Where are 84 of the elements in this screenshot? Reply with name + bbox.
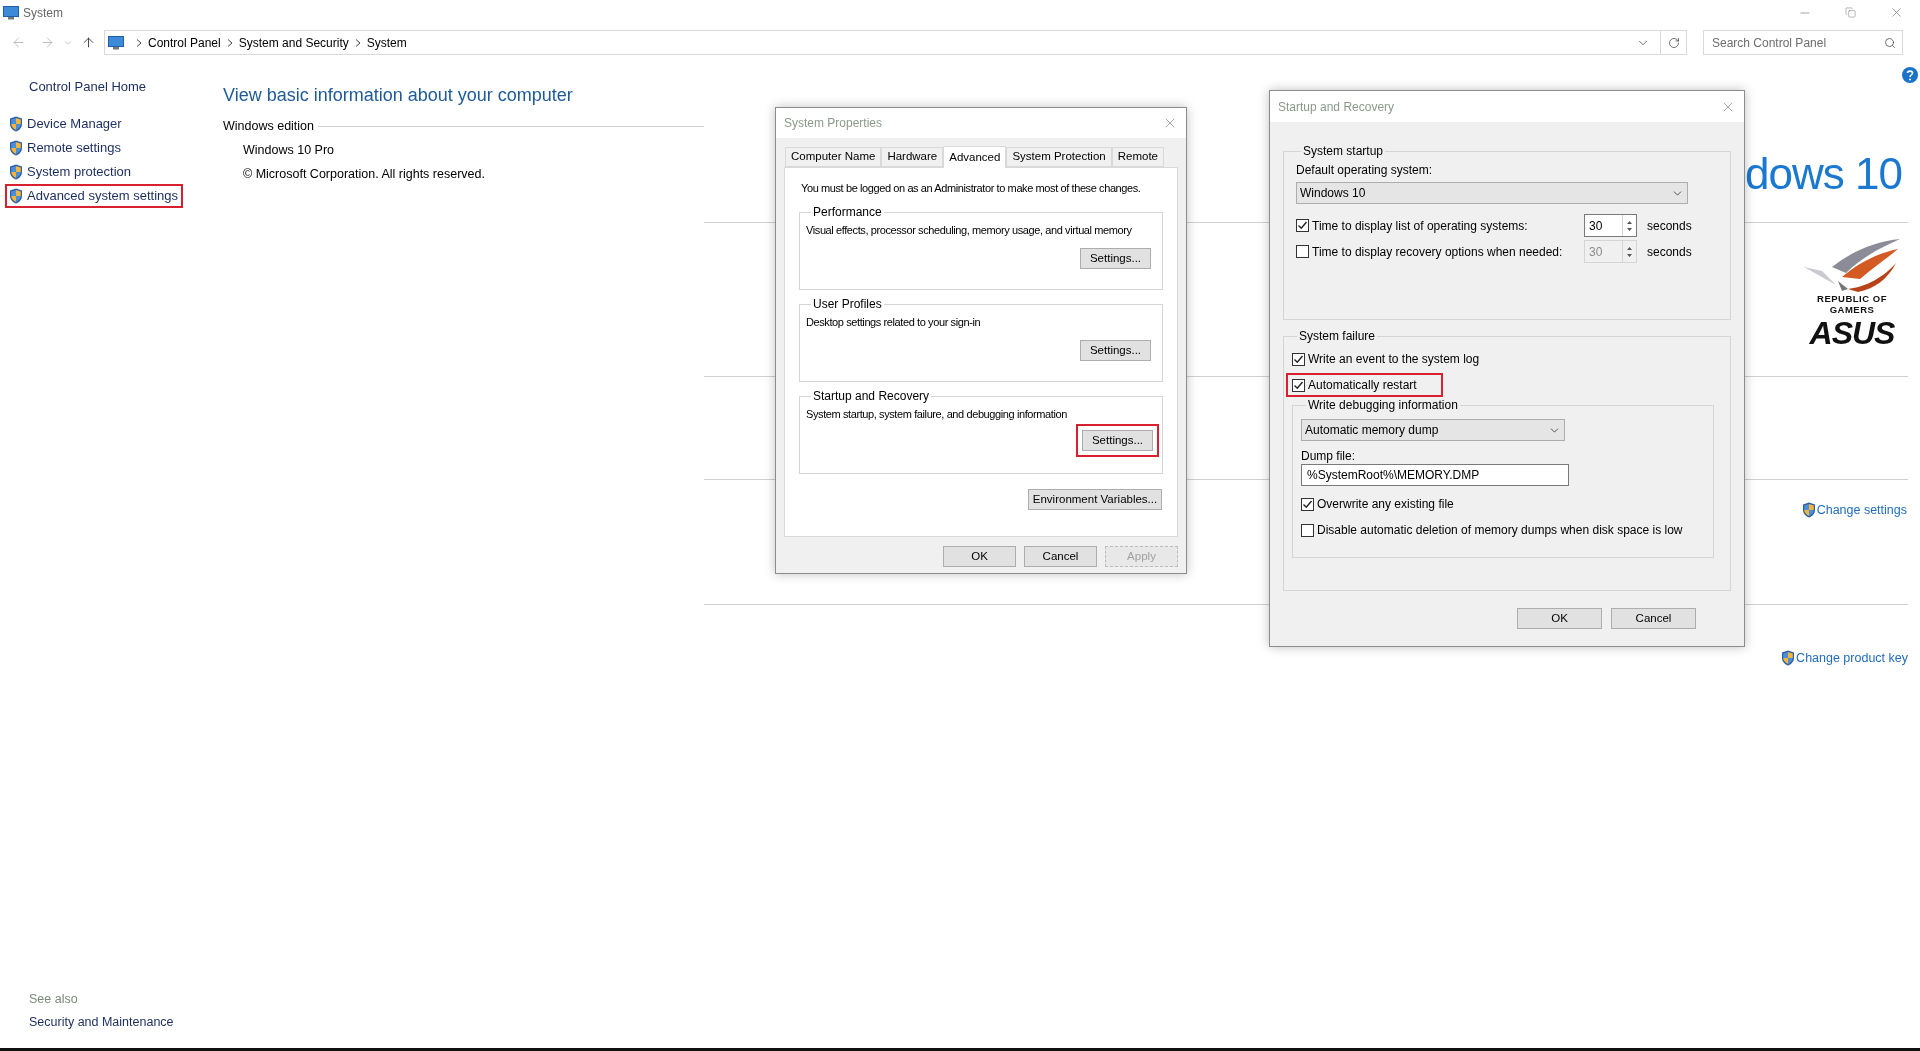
search-icon (1884, 36, 1896, 49)
breadcrumb[interactable]: Control Panel (148, 33, 221, 52)
edition-text: © Microsoft Corporation. All rights reserved. (243, 166, 486, 183)
checkbox-label: Overwrite any existing file (1317, 496, 1454, 513)
computer-icon (108, 35, 124, 50)
checkbox[interactable] (1292, 378, 1305, 392)
tab[interactable]: Computer Name (785, 147, 882, 167)
shield-icon (9, 116, 23, 132)
section-title: Windows edition (223, 118, 314, 135)
group-title: Write debugging information (1307, 398, 1459, 413)
dialog-button[interactable]: Cancel (1024, 546, 1097, 567)
notice-text: You must be logged on as an Administrator to make most of these changes. (800, 181, 1142, 196)
settings-link[interactable]: Change settings (1816, 501, 1907, 520)
shield-icon (1781, 650, 1796, 667)
dialog-button[interactable]: OK (943, 546, 1016, 567)
checkbox-label: Time to display list of operating systems: (1312, 217, 1528, 235)
brand-name: ASUS (1809, 317, 1895, 349)
group-description: Desktop settings related to your sign-in (806, 315, 982, 330)
page-heading: View basic information about your computer (223, 84, 574, 107)
spin-arrows-icon[interactable] (1626, 218, 1633, 233)
tab[interactable]: Remote (1111, 147, 1164, 167)
checkbox-label: Disable automatic deletion of memory dumps when disk space is low (1317, 522, 1683, 539)
windows-logo-text: dows 10 (1745, 150, 1902, 198)
help-icon[interactable] (1902, 67, 1918, 83)
sidebar-link[interactable]: System protection (27, 162, 132, 182)
field-label: Dump file: (1301, 449, 1357, 464)
group-description: Visual effects, processor scheduling, memory usage, and virtual memory (806, 223, 1133, 238)
environment-variables-button[interactable]: Environment Variables... (1028, 489, 1162, 510)
edition-text: Windows 10 Pro (243, 142, 335, 159)
breadcrumb[interactable]: System (366, 33, 407, 52)
checkbox-label: Time to display recovery options when needed: (1312, 243, 1563, 261)
dialog-button[interactable]: OK (1517, 608, 1602, 629)
unit-label: seconds (1647, 243, 1692, 261)
tab[interactable]: System Protection (1006, 147, 1112, 167)
sidebar-link[interactable]: Remote settings (27, 138, 121, 158)
brand-tagline: REPUBLIC OF (1817, 293, 1887, 304)
checkbox[interactable] (1292, 352, 1305, 366)
field-label: Default operating system: (1296, 163, 1434, 178)
checkbox-label: Write an event to the system log (1308, 351, 1480, 368)
sidebar-link[interactable]: Control Panel Home (29, 78, 223, 95)
search-field[interactable]: Search Control Panel (1703, 30, 1903, 55)
sidebar-link[interactable]: Device Manager (27, 114, 122, 134)
shield-icon (9, 188, 23, 204)
dialog-title: Startup and Recovery (1278, 98, 1395, 116)
group-title: System startup (1302, 144, 1385, 159)
checkbox-label: Automatically restart (1308, 377, 1417, 394)
breadcrumb[interactable]: System and Security (238, 33, 349, 52)
shield-icon (9, 140, 23, 156)
group-title: User Profiles (812, 297, 883, 312)
sidebar-link[interactable]: Security and Maintenance (29, 1014, 223, 1031)
address-bar[interactable]: Control Panel System and Security System (104, 30, 1687, 55)
default-os-dropdown[interactable]: Windows 10 (1296, 182, 1688, 204)
group-title: Startup and Recovery (812, 389, 931, 404)
group-title: Performance (812, 205, 883, 220)
eye-logo-icon (1802, 237, 1902, 293)
close-icon[interactable] (1889, 5, 1904, 20)
see-also-title: See also (29, 991, 79, 1008)
settings-link[interactable]: Change product key (1796, 649, 1908, 668)
chevron-right-icon (354, 38, 361, 47)
dialog-title: System Properties (784, 115, 883, 132)
shield-icon (9, 164, 23, 180)
up-icon[interactable] (81, 35, 96, 50)
settings-button[interactable]: Settings... (1082, 430, 1153, 451)
computer-icon (3, 5, 19, 20)
settings-button[interactable]: Settings... (1080, 248, 1151, 269)
spin-box[interactable]: 30 (1584, 214, 1637, 237)
chevron-right-icon (136, 38, 142, 47)
unit-label: seconds (1647, 217, 1692, 235)
dialog-button[interactable]: Cancel (1611, 608, 1696, 629)
tab[interactable]: Hardware (881, 147, 944, 167)
settings-button[interactable]: Settings... (1080, 340, 1151, 361)
dump-file-field[interactable]: %SystemRoot%\MEMORY.DMP (1301, 464, 1569, 486)
checkbox[interactable] (1296, 219, 1309, 232)
group-description: System startup, system failure, and debugging information (806, 407, 1068, 422)
checkbox[interactable] (1301, 523, 1314, 537)
checkbox[interactable] (1301, 497, 1314, 511)
tab[interactable]: Advanced (943, 146, 1007, 168)
refresh-icon[interactable] (1667, 36, 1680, 49)
dump-type-dropdown[interactable]: Automatic memory dump (1301, 419, 1565, 441)
group-title: System failure (1298, 329, 1377, 344)
chevron-right-icon (226, 38, 233, 47)
brand-tagline: GAMERS (1829, 304, 1875, 315)
window-title: System (23, 4, 63, 22)
shield-icon (1801, 502, 1816, 519)
